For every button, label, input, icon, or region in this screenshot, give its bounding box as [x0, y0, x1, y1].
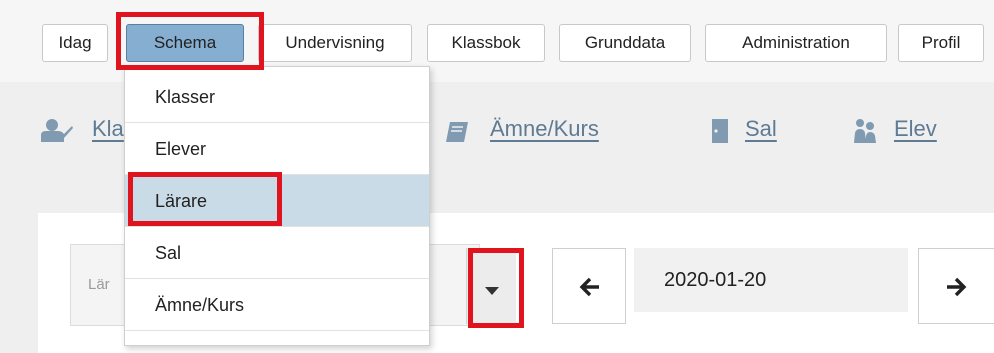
- door-icon: [710, 118, 730, 149]
- menu-item-klasser[interactable]: Klasser: [125, 71, 429, 123]
- link-elev[interactable]: Elev: [894, 116, 937, 142]
- tab-administration[interactable]: Administration: [705, 24, 887, 62]
- tab-schema[interactable]: Schema: [126, 24, 244, 62]
- tab-klassbok[interactable]: Klassbok: [427, 24, 545, 62]
- date-field[interactable]: 2020-01-20: [634, 248, 908, 312]
- students-icon: [852, 117, 878, 150]
- select-dropdown-button[interactable]: [466, 248, 516, 324]
- caret-down-icon: [485, 282, 499, 300]
- book-icon: [444, 120, 470, 149]
- tab-grunddata[interactable]: Grunddata: [559, 24, 691, 62]
- arrow-right-icon: [945, 277, 967, 302]
- next-date-button[interactable]: [918, 248, 994, 324]
- link-amne-kurs[interactable]: Ämne/Kurs: [490, 116, 599, 142]
- menu-item-sal[interactable]: Sal: [125, 227, 429, 279]
- menu-item-larare[interactable]: Lärare: [125, 175, 429, 227]
- tab-idag[interactable]: Idag: [42, 24, 108, 62]
- menu-item-amne-kurs[interactable]: Ämne/Kurs: [125, 279, 429, 331]
- schema-dropdown-menu: Klasser Elever Lärare Sal Ämne/Kurs: [124, 66, 430, 346]
- menu-item-elever[interactable]: Elever: [125, 123, 429, 175]
- link-klass[interactable]: Kla: [92, 116, 124, 142]
- tab-undervisning[interactable]: Undervisning: [258, 24, 412, 62]
- select-placeholder: Lär: [88, 276, 110, 293]
- tab-profil[interactable]: Profil: [898, 24, 984, 62]
- teacher-icon: [38, 118, 74, 149]
- link-sal[interactable]: Sal: [745, 116, 777, 142]
- arrow-left-icon: [579, 277, 601, 302]
- prev-date-button[interactable]: [552, 248, 626, 324]
